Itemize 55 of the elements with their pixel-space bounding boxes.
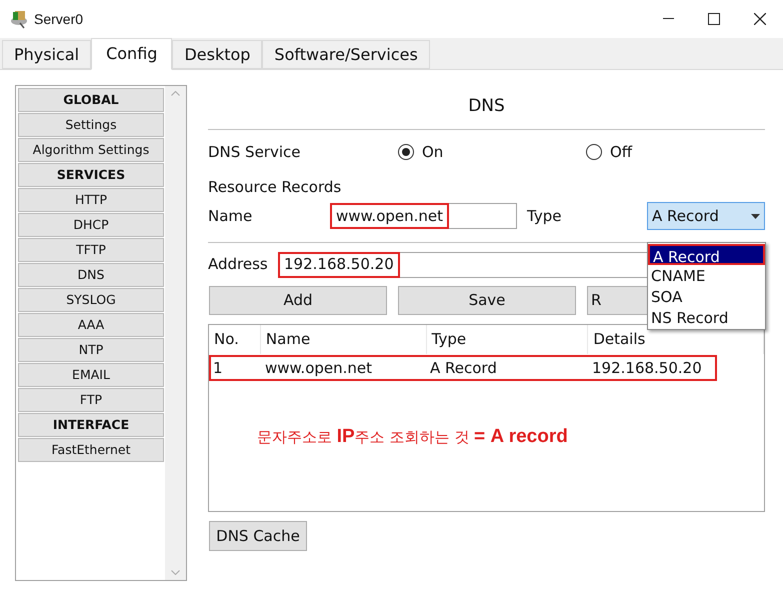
server-icon [10, 9, 30, 29]
close-icon [754, 13, 766, 25]
name-field[interactable]: www.open.net [330, 203, 517, 229]
sidebar-item[interactable]: FastEthernet [18, 438, 164, 462]
maximize-icon [708, 13, 720, 25]
sidebar-item[interactable]: AAA [18, 313, 164, 337]
table-cell-text: A Record [429, 358, 498, 379]
sidebar-item[interactable]: NTP [18, 338, 164, 362]
column-header: Name [260, 325, 427, 354]
table-row[interactable]: 1 www.open.net A Record 192.168.50.20 [209, 355, 717, 381]
sidebar-header[interactable]: SERVICES [18, 163, 164, 187]
field-label: DNS Service [208, 142, 302, 163]
radio-label[interactable]: Off [610, 140, 632, 164]
type-dropdown[interactable]: A Record [647, 202, 765, 230]
tab[interactable]: Physical [2, 40, 92, 69]
dropdown-option[interactable]: SOA [648, 286, 765, 307]
column-header: Type [426, 325, 588, 354]
section-title: DNS [468, 94, 505, 118]
caret-icon [751, 214, 760, 218]
field-label: Address [208, 254, 269, 276]
scroll-up-icon [171, 91, 180, 96]
field-label: Type [527, 206, 562, 227]
tab[interactable]: Software/Services [262, 40, 430, 69]
sidebar-item[interactable]: Algorithm Settings [18, 138, 164, 162]
scrollbar[interactable] [165, 86, 186, 580]
sidebar-item[interactable]: DHCP [18, 213, 164, 237]
sidebar-item[interactable]: HTTP [18, 188, 164, 212]
field-value: www.open.net [330, 203, 450, 229]
table-cell-text: 1 [212, 358, 224, 379]
sidebar-item[interactable]: DNS [18, 263, 164, 287]
column-header: No. [209, 325, 261, 354]
dns-cache-button[interactable]: DNS Cache [209, 521, 307, 551]
sidebar-header[interactable]: GLOBAL [18, 88, 164, 112]
window-title: Server0 [34, 10, 84, 28]
dropdown-option[interactable]: NS Record [648, 307, 765, 328]
sidebar-item[interactable]: Settings [18, 113, 164, 137]
scroll-down-icon [171, 570, 180, 575]
section-label: Resource Records [208, 177, 342, 198]
dropdown-option[interactable]: A Record [648, 244, 765, 265]
table-cell-text: 192.168.50.20 [591, 358, 703, 379]
tab[interactable]: Desktop [172, 40, 262, 69]
action-button[interactable]: Add [209, 286, 387, 315]
annotation-text: 문자주소로 IP주소 조회하는 것 = A record [257, 425, 569, 449]
tab[interactable]: Config [91, 38, 172, 70]
sidebar-item[interactable]: EMAIL [18, 363, 164, 387]
sidebar-header[interactable]: INTERFACE [18, 413, 164, 437]
sidebar-item[interactable]: SYSLOG [18, 288, 164, 312]
sidebar-item[interactable]: TFTP [18, 238, 164, 262]
table-cell-text: www.open.net [264, 358, 374, 379]
field-value: 192.168.50.20 [278, 252, 400, 278]
sidebar-item[interactable]: FTP [18, 388, 164, 412]
action-button[interactable]: Save [398, 286, 576, 315]
radio-label[interactable]: On [422, 140, 444, 164]
field-label: Name [208, 206, 254, 227]
minimize-icon [662, 18, 674, 20]
